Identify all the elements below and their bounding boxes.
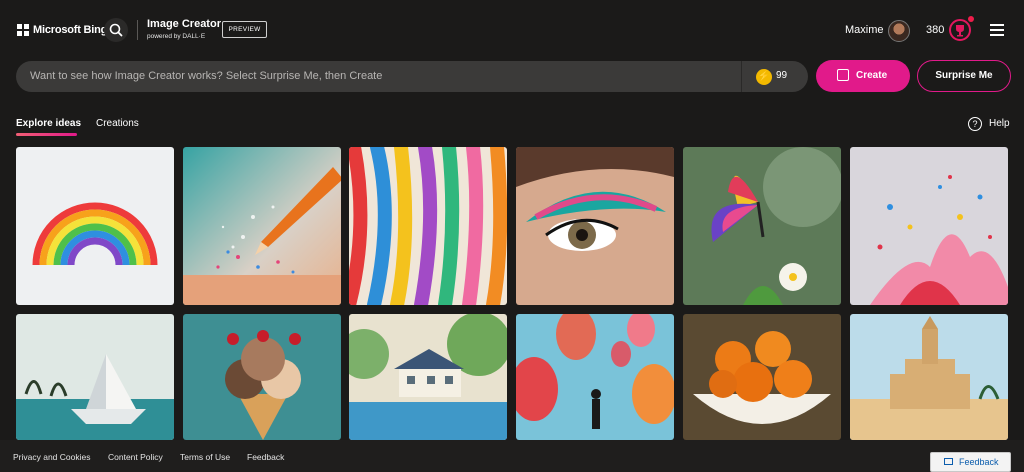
image-creator-page: Microsoft Bing Image Creator powered by … [0, 0, 1024, 472]
preview-badge: PREVIEW [222, 21, 267, 38]
trophy-icon [956, 25, 964, 37]
gallery-image-paint-splash[interactable] [850, 147, 1008, 305]
search-button[interactable] [104, 18, 128, 42]
active-tab-indicator [16, 133, 77, 136]
tab-explore-ideas[interactable]: Explore ideas [16, 118, 81, 129]
notification-dot [968, 16, 974, 22]
boost-divider [741, 61, 742, 92]
create-icon [837, 69, 849, 81]
brand-name[interactable]: Microsoft Bing [33, 24, 107, 36]
feedback-button[interactable]: Feedback [930, 452, 1011, 472]
boost-icon: ⚡ [756, 69, 772, 85]
gallery-image-hot-air-balloons[interactable] [516, 314, 674, 440]
gallery-image-colored-pencil[interactable] [183, 147, 341, 305]
microsoft-logo-icon[interactable] [17, 24, 29, 36]
gallery-image-paper-boat[interactable] [16, 314, 174, 440]
app-title[interactable]: Image Creator [147, 18, 221, 30]
gallery-image-eye-makeup[interactable] [516, 147, 674, 305]
header: Microsoft Bing Image Creator powered by … [0, 0, 1024, 60]
gallery-image-ribbons[interactable] [349, 147, 507, 305]
search-icon [109, 23, 123, 37]
boost-count: 99 [776, 70, 788, 81]
app-subtitle: powered by DALL·E [147, 33, 206, 40]
feedback-icon [944, 458, 953, 465]
help-link[interactable]: Help [989, 118, 1010, 129]
header-divider [137, 20, 138, 40]
reward-points[interactable]: 380 [926, 24, 944, 36]
surprise-me-button[interactable]: Surprise Me [917, 60, 1011, 92]
gallery-image-butterfly[interactable] [683, 147, 841, 305]
user-name[interactable]: Maxime [845, 24, 884, 36]
footer-link-terms[interactable]: Terms of Use [180, 452, 230, 462]
rewards-icon[interactable] [949, 19, 971, 41]
gallery-image-lake-house[interactable] [349, 314, 507, 440]
footer-link-privacy[interactable]: Privacy and Cookies [13, 452, 90, 462]
avatar[interactable] [888, 20, 910, 42]
help-icon[interactable]: ? [968, 117, 982, 131]
gallery-image-sand-castle[interactable] [850, 314, 1008, 440]
prompt-input[interactable]: Want to see how Image Creator works? Sel… [16, 61, 808, 92]
gallery-image-oranges[interactable] [683, 314, 841, 440]
gallery-image-ice-cream[interactable] [183, 314, 341, 440]
tab-creations[interactable]: Creations [96, 118, 139, 129]
hamburger-menu-icon[interactable] [990, 24, 1004, 36]
footer-link-feedback[interactable]: Feedback [247, 452, 284, 462]
gallery-image-rainbow[interactable] [16, 147, 174, 305]
prompt-placeholder[interactable]: Want to see how Image Creator works? Sel… [30, 70, 382, 82]
footer-link-content-policy[interactable]: Content Policy [108, 452, 163, 462]
create-button-label[interactable]: Create [856, 70, 887, 81]
